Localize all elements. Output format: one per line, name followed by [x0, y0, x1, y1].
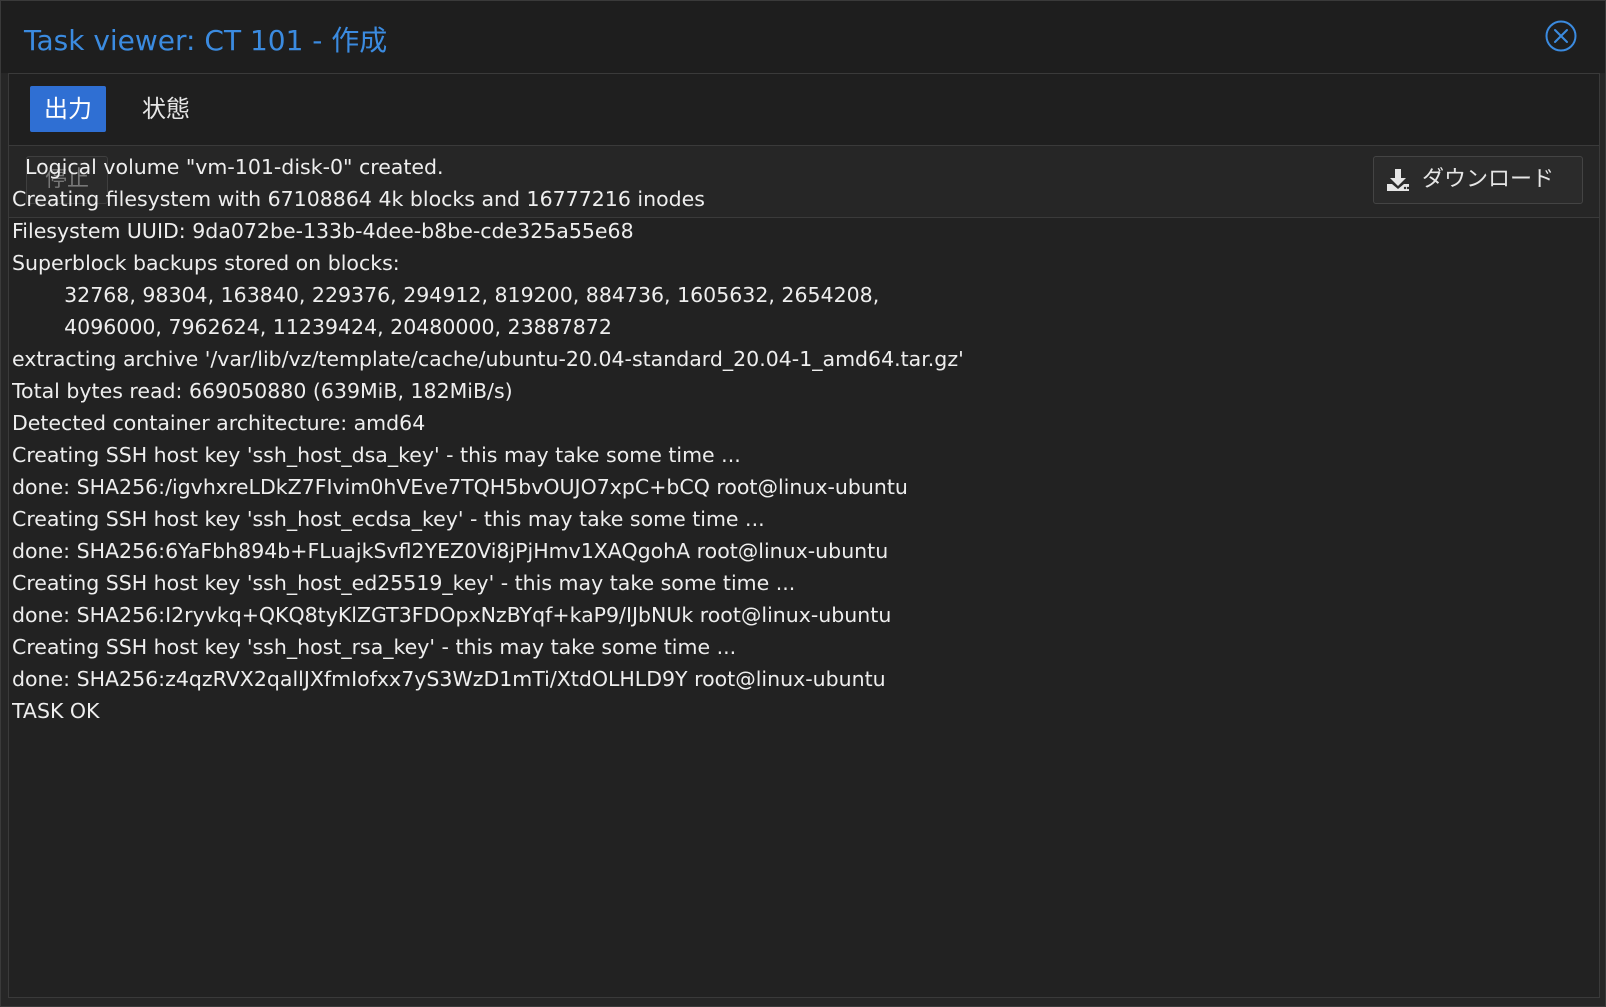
log-line: 4096000, 7962624, 11239424, 20480000, 23…: [12, 315, 612, 339]
log-line: Creating SSH host key 'ssh_host_dsa_key'…: [12, 443, 741, 467]
log-line: Superblock backups stored on blocks:: [12, 251, 400, 275]
log-line: Creating SSH host key 'ssh_host_ecdsa_ke…: [12, 507, 765, 531]
log-line: Creating SSH host key 'ssh_host_ed25519_…: [12, 571, 796, 595]
log-line: Total bytes read: 669050880 (639MiB, 182…: [12, 379, 513, 403]
log-line: extracting archive '/var/lib/vz/template…: [12, 347, 964, 371]
task-log-output: Logical volume "vm-101-disk-0" created. C…: [12, 151, 1572, 911]
window-title: Task viewer: CT 101 - 作成: [24, 24, 388, 57]
log-line: done: SHA256:6YaFbh894b+FLuajkSvfl2YEZ0V…: [12, 539, 889, 563]
log-line: done: SHA256:/igvhxreLDkZ7FIvim0hVEve7TQ…: [12, 475, 908, 499]
close-circle-icon: [1545, 20, 1577, 52]
log-line: Detected container architecture: amd64: [12, 411, 426, 435]
log-line: 32768, 98304, 163840, 229376, 294912, 81…: [12, 283, 880, 307]
log-line: done: SHA256:I2ryvkq+QKQ8tyKlZGT3FDOpxNz…: [12, 603, 892, 627]
tab-status[interactable]: 状態: [128, 86, 204, 132]
tab-bar: 出力 状態: [9, 74, 1599, 146]
task-viewer-window: Task viewer: CT 101 - 作成 出力 状態 停止 ダウンロード…: [0, 0, 1606, 1007]
log-line: Creating SSH host key 'ssh_host_rsa_key'…: [12, 635, 737, 659]
title-bar: Task viewer: CT 101 - 作成: [1, 1, 1605, 73]
log-line: done: SHA256:z4qzRVX2qallJXfmIofxx7yS3Wz…: [12, 667, 886, 691]
log-line: Logical volume "vm-101-disk-0" created.: [12, 155, 444, 179]
log-line: Filesystem UUID: 9da072be-133b-4dee-b8be…: [12, 219, 634, 243]
tab-output[interactable]: 出力: [30, 86, 106, 132]
log-line: TASK OK: [12, 699, 100, 723]
log-line: Creating filesystem with 67108864 4k blo…: [12, 187, 705, 211]
close-button[interactable]: [1545, 20, 1577, 52]
